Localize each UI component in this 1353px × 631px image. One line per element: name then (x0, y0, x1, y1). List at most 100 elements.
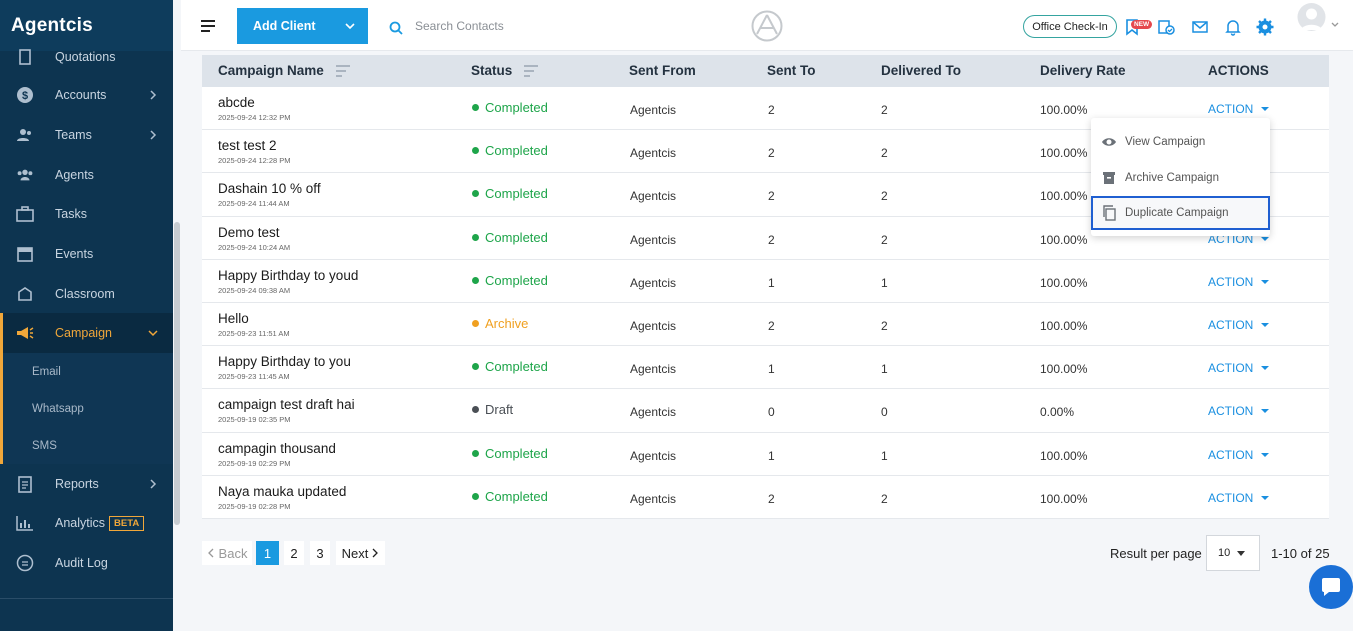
sidebar-item-teams[interactable]: Teams (0, 115, 173, 155)
action-dropdown-button[interactable]: ACTION (1208, 275, 1270, 289)
sidebar-item-reports[interactable]: Reports (0, 464, 173, 504)
status-badge: Completed (472, 230, 548, 245)
delivery-rate: 100.00% (1040, 146, 1088, 161)
sidebar-item-classroom[interactable]: Classroom (0, 274, 173, 314)
delivered-to: 2 (881, 232, 888, 247)
campaign-name[interactable]: campagin thousand (218, 441, 336, 456)
sent-to: 2 (768, 146, 775, 161)
campaign-name[interactable]: abcde (218, 95, 255, 110)
sidebar-subitem-whatsapp[interactable]: Whatsapp (0, 390, 173, 427)
sidebar-item-quotations[interactable]: Quotations (0, 37, 173, 77)
action-dropdown-button[interactable]: ACTION (1208, 102, 1270, 116)
pagination-page-1[interactable]: 1 (256, 541, 279, 565)
delivery-rate: 100.00% (1040, 448, 1088, 463)
sidebar-subitem-sms[interactable]: SMS (0, 427, 173, 464)
menu-icon[interactable] (201, 20, 215, 32)
briefcase-icon (16, 205, 34, 223)
delivered-to: 1 (881, 448, 888, 463)
status-dot (472, 449, 479, 457)
topbar: Add Client Office Check-In NEW (181, 0, 1353, 51)
sidebar-item-analytics[interactable]: Analytics BETA (0, 503, 173, 543)
rpp-value: 10 (1218, 547, 1231, 559)
menu-item-archive-campaign[interactable]: Archive Campaign (1091, 161, 1270, 195)
sidebar-item-label: Campaign (55, 326, 112, 340)
table-row[interactable]: campagin thousand 2025-09-19 02:29 PM Comp… (202, 433, 1329, 476)
status-dot (472, 276, 479, 284)
back-label: Back (218, 545, 248, 561)
sidebar-item-label: Quotations (55, 50, 116, 64)
campaign-name[interactable]: test test 2 (218, 138, 277, 153)
delivery-rate: 100.00% (1040, 275, 1088, 290)
sidebar-item-label: Analytics (55, 516, 106, 530)
menu-item-duplicate-campaign[interactable]: Duplicate Campaign (1091, 196, 1270, 230)
header-status[interactable]: Status (471, 63, 539, 78)
chevron-down-icon[interactable] (344, 20, 356, 32)
task-check-icon[interactable] (1157, 18, 1175, 36)
sidebar-scrollbar[interactable] (174, 222, 180, 525)
status-dot (472, 319, 479, 327)
action-dropdown-button[interactable]: ACTION (1208, 404, 1270, 418)
header-campaign-name[interactable]: Campaign Name (218, 63, 350, 78)
campaign-date: 2025-09-24 09:38 AM (218, 285, 291, 295)
delivered-to: 1 (881, 275, 888, 290)
chart-icon (16, 514, 34, 532)
gear-icon[interactable] (1256, 18, 1274, 36)
sent-from: Agentcis (630, 189, 677, 204)
campaign-name[interactable]: Happy Birthday to youd (218, 268, 358, 283)
pagination-page-3[interactable]: 3 (310, 541, 330, 565)
sent-to: 2 (768, 103, 775, 117)
sidebar-item-tasks[interactable]: Tasks (0, 194, 173, 234)
campaign-name[interactable]: Demo test (218, 225, 280, 240)
status-dot (472, 492, 479, 500)
pagination-next-button[interactable]: Next (336, 541, 385, 565)
campaign-name[interactable]: campaign test draft hai (218, 397, 355, 412)
delivery-rate: 100.00% (1040, 189, 1088, 204)
pagination-back-button[interactable]: Back (202, 541, 252, 565)
table-row[interactable]: Naya mauka updated 2025-09-19 02:28 PM Com… (202, 476, 1329, 519)
results-per-page-select[interactable]: 10 (1206, 535, 1260, 571)
menu-item-view-campaign[interactable]: View Campaign (1091, 125, 1270, 159)
agents-icon (16, 166, 34, 184)
delivered-to: 0 (881, 405, 888, 420)
action-dropdown-button[interactable]: ACTION (1208, 491, 1270, 505)
bell-icon[interactable] (1224, 18, 1242, 36)
sent-to: 1 (768, 275, 775, 290)
campaign-name[interactable]: Naya mauka updated (218, 484, 346, 499)
search-icon[interactable] (389, 21, 403, 35)
sent-to: 1 (768, 362, 775, 377)
add-client-button[interactable]: Add Client (237, 8, 368, 44)
status-label: Completed (485, 488, 548, 504)
table-row[interactable]: Happy Birthday to you 2025-09-23 11:45 AM… (202, 346, 1329, 390)
sidebar: Agentcis Quotations $ Accounts Teams Age… (0, 0, 173, 631)
sent-from: Agentcis (630, 146, 677, 161)
table-row[interactable]: campaign test draft hai 2025-09-19 02:35 … (202, 389, 1329, 433)
table-row[interactable]: Happy Birthday to youd 2025-09-24 09:38 A… (202, 260, 1329, 303)
search-input[interactable] (415, 14, 635, 38)
avatar[interactable] (1295, 3, 1328, 33)
sidebar-item-agents[interactable]: Agents (0, 155, 173, 195)
pagination-page-2[interactable]: 2 (284, 541, 304, 565)
mail-icon[interactable] (1191, 18, 1209, 36)
classroom-icon (16, 285, 34, 303)
action-dropdown-button[interactable]: ACTION (1208, 361, 1270, 375)
header-sent-to: Sent To (767, 63, 816, 78)
sidebar-item-campaign[interactable]: Campaign (0, 313, 173, 353)
action-dropdown-button[interactable]: ACTION (1208, 448, 1270, 462)
quotation-icon (16, 48, 34, 66)
sidebar-item-events[interactable]: Events (0, 234, 173, 274)
table-row[interactable]: Hello 2025-09-23 11:51 AM Archive Agentcis 2… (202, 303, 1329, 347)
campaign-name[interactable]: Happy Birthday to you (218, 354, 351, 369)
sort-icon[interactable] (335, 64, 350, 77)
office-checkin-button[interactable]: Office Check-In (1023, 15, 1117, 38)
sidebar-item-audit-log[interactable]: Audit Log (0, 543, 173, 583)
chevron-down-icon[interactable] (1331, 20, 1339, 28)
chat-button[interactable] (1309, 565, 1353, 609)
sort-icon[interactable] (524, 64, 539, 77)
action-dropdown-button[interactable]: ACTION (1208, 318, 1270, 332)
status-badge: Completed (472, 186, 548, 201)
campaign-name[interactable]: Hello (218, 311, 249, 326)
sidebar-item-accounts[interactable]: $ Accounts (0, 75, 173, 115)
status-label: Completed (485, 272, 548, 288)
campaign-name[interactable]: Dashain 10 % off (218, 181, 321, 196)
sidebar-subitem-email[interactable]: Email (0, 353, 173, 390)
